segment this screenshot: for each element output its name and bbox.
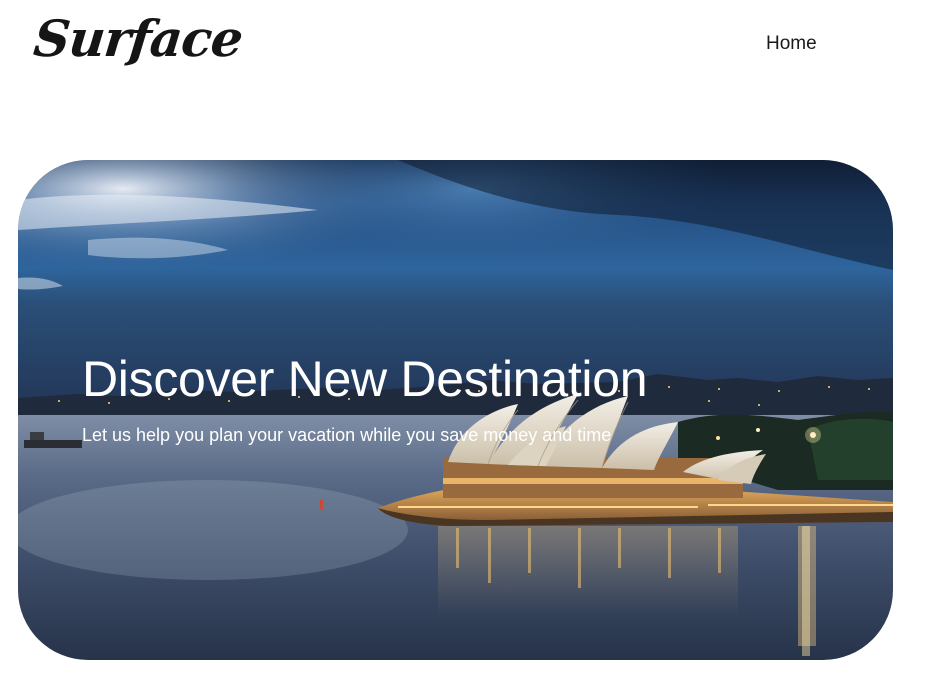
page: Surface Home Discover New Destination Le…	[0, 0, 933, 684]
site-header: Surface Home	[0, 0, 933, 100]
hero-subtitle: Let us help you plan your vacation while…	[82, 425, 612, 445]
hero-background-image	[18, 160, 893, 660]
hero-title: Discover New Destination	[82, 351, 648, 407]
hero-banner: Discover New Destination Let us help you…	[18, 160, 893, 660]
nav-link-home[interactable]: Home	[766, 33, 817, 55]
site-logo[interactable]: Surface	[31, 9, 245, 68]
